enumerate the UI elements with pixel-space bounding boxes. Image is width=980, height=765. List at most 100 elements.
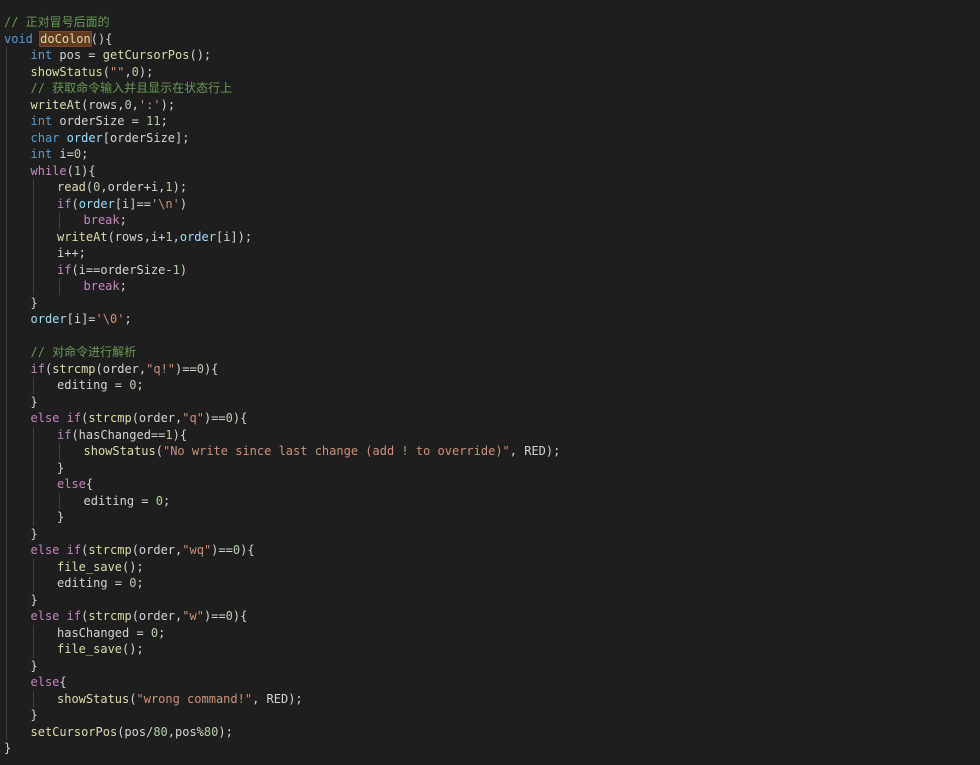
code-token: ){ — [172, 427, 188, 442]
code-line[interactable]: read(0,order+i,1); — [57, 179, 187, 196]
code-token: orderSize = — [52, 114, 147, 128]
code-token: } — [4, 741, 12, 755]
code-token: pos = — [52, 48, 103, 62]
code-token: [i]= — [66, 312, 96, 326]
code-token: 0 — [155, 493, 163, 508]
code-line[interactable]: if(hasChanged==1){ — [57, 427, 187, 444]
code-token: i++; — [57, 246, 86, 260]
code-line[interactable]: else if(strcmp(order,"q")==0){ — [31, 410, 248, 427]
code-line[interactable]: showStatus("",0); — [31, 64, 154, 81]
code-token: } — [57, 510, 65, 524]
code-line[interactable]: int pos = getCursorPos(); — [31, 47, 212, 64]
code-token: else — [30, 543, 60, 557]
indent-guide — [32, 426, 34, 526]
indent-guide — [32, 624, 34, 658]
code-token: i= — [52, 147, 74, 161]
code-line[interactable]: else if(strcmp(order,"w")==0){ — [31, 608, 248, 625]
code-token: ( — [66, 163, 74, 178]
code-token: ( — [102, 64, 110, 79]
code-line[interactable]: else if(strcmp(order,"wq")==0){ — [31, 542, 255, 559]
code-line[interactable]: showStatus("No write since last change (… — [84, 443, 561, 460]
code-line[interactable]: } — [31, 592, 38, 609]
code-line[interactable]: if(i==orderSize-1) — [57, 262, 187, 279]
code-line[interactable]: editing = 0; — [57, 575, 144, 592]
code-line[interactable]: hasChanged = 0; — [57, 625, 165, 642]
code-line[interactable]: file_save(); — [57, 641, 144, 658]
code-line[interactable]: break; — [84, 278, 127, 295]
code-token: order — [179, 229, 216, 244]
code-line[interactable]: int orderSize = 11; — [31, 113, 168, 130]
code-token: [i]); — [215, 229, 253, 244]
code-line[interactable]: // 对命令进行解析 — [31, 344, 137, 361]
code-line[interactable]: } — [4, 740, 11, 757]
code-token: 1 — [165, 229, 173, 244]
code-token: ; — [119, 279, 127, 293]
code-line[interactable]: editing = 0; — [84, 493, 171, 510]
code-token: "" — [109, 64, 125, 79]
code-token: setCursorPos — [30, 724, 118, 739]
code-token: ){ — [203, 361, 219, 376]
code-line[interactable]: setCursorPos(pos/80,pos%80); — [31, 724, 233, 741]
code-line[interactable]: else{ — [57, 476, 93, 493]
code-line[interactable]: if(strcmp(order,"q!")==0){ — [31, 361, 219, 378]
code-line[interactable]: writeAt(rows,0,':'); — [31, 97, 176, 114]
code-line[interactable]: } — [31, 526, 38, 543]
code-token: ; — [119, 213, 127, 227]
code-token: '\n' — [150, 196, 180, 211]
code-token: )== — [175, 361, 197, 376]
code-token: if — [57, 427, 72, 442]
code-line[interactable]: } — [57, 509, 64, 526]
code-line[interactable]: else{ — [31, 674, 67, 691]
indent-guide — [32, 377, 34, 394]
code-line[interactable]: if(order[i]=='\n') — [57, 196, 187, 213]
code-token: (order, — [131, 609, 183, 623]
code-line[interactable]: i++; — [57, 245, 86, 262]
code-line[interactable]: break; — [84, 212, 127, 229]
code-token: ) — [179, 262, 188, 277]
code-token: ){ — [240, 543, 255, 557]
code-line[interactable]: int i=0; — [31, 146, 89, 163]
code-line[interactable]: writeAt(rows,i+1,order[i]); — [57, 229, 252, 246]
code-line[interactable]: while(1){ — [31, 163, 96, 180]
code-token: 0 — [196, 361, 204, 376]
code-token: int — [30, 114, 53, 128]
code-token: "No write since last change (add ! to ov… — [162, 444, 510, 458]
code-line[interactable]: showStatus("wrong command!", RED); — [57, 691, 303, 708]
code-token: break — [83, 279, 120, 293]
code-token: } — [30, 592, 38, 607]
code-token: ){ — [232, 609, 248, 623]
indent-guide — [59, 278, 60, 295]
code-token: (){ — [90, 31, 113, 46]
code-line[interactable]: void doColon(){ — [4, 30, 113, 48]
code-token: (); — [122, 642, 144, 656]
code-line[interactable]: // 获取命令输入并且显示在状态行上 — [31, 80, 233, 97]
code-line[interactable]: } — [57, 460, 64, 477]
code-token: editing = — [83, 493, 156, 508]
code-line[interactable]: } — [31, 658, 38, 675]
code-token: ; — [81, 147, 89, 161]
code-token: getCursorPos — [102, 48, 190, 62]
code-token: strcmp — [88, 411, 132, 425]
code-token: if — [30, 361, 45, 376]
code-line[interactable]: char order[orderSize]; — [31, 130, 190, 147]
indent-guide — [59, 492, 60, 509]
code-token: 80 — [203, 724, 219, 739]
indent-guide — [6, 47, 7, 740]
code-token: ){ — [232, 411, 248, 425]
code-token: showStatus — [83, 444, 156, 458]
code-token: , — [131, 97, 139, 112]
code-line[interactable]: } — [31, 707, 38, 724]
code-token: } — [57, 460, 65, 475]
code-token: 1 — [165, 180, 173, 194]
code-line[interactable]: } — [31, 295, 38, 312]
code-line[interactable]: } — [31, 394, 38, 411]
code-line[interactable]: // 正对冒号后面的 — [4, 14, 110, 31]
code-line[interactable]: order[i]='\0'; — [31, 311, 132, 328]
code-token: [orderSize]; — [102, 130, 190, 145]
code-line[interactable]: file_save(); — [57, 559, 144, 576]
code-token: , — [172, 229, 180, 244]
code-token: order — [66, 130, 103, 145]
code-line[interactable]: editing = 0; — [57, 377, 144, 394]
indent-guide — [59, 443, 60, 460]
code-editor[interactable]: // 正对冒号后面的 void doColon(){int pos = getCu… — [0, 0, 980, 765]
